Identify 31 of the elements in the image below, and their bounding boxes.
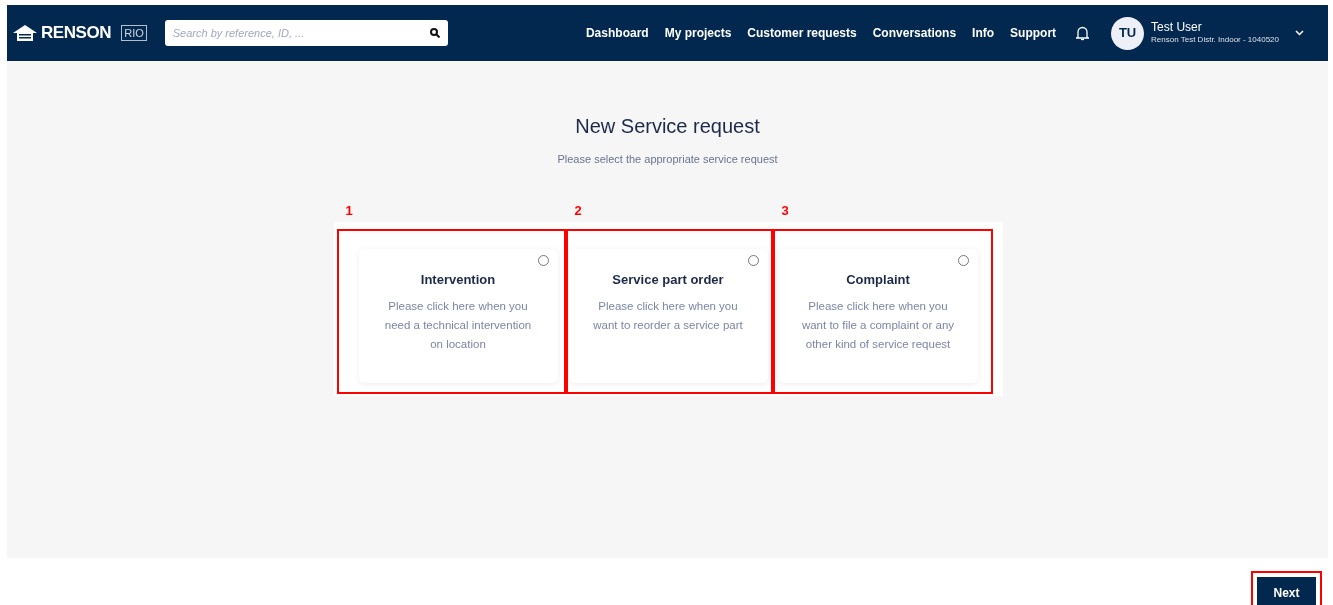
option-card[interactable]: Complaint Please click here when you want to file a complaint or any other kind of service request	[778, 248, 978, 383]
search-icon[interactable]	[429, 28, 440, 38]
option-title: Service part order	[612, 270, 724, 289]
option-description: Please click here when you want to reorder a service part	[592, 299, 744, 333]
nav-link[interactable]: Customer requests	[747, 24, 857, 42]
option-card[interactable]: Intervention Please click here when you need a technical intervention on location	[358, 248, 558, 383]
option-description: Please click here when you need a technical intervention on location	[383, 299, 533, 352]
option-card[interactable]: Service part order Please click here when you want to reorder a service part	[568, 248, 768, 383]
nav-link[interactable]: Conversations	[872, 24, 957, 42]
avatar[interactable]: TU	[1111, 16, 1145, 50]
nav-link[interactable]: Dashboard	[585, 24, 649, 42]
annotation-number: 2	[574, 203, 582, 218]
next-button[interactable]: Next	[1257, 577, 1316, 605]
nav-link[interactable]: Info	[972, 24, 995, 42]
page-subtitle: Please select the appropriate service request	[557, 152, 778, 167]
logo-text: RENSON	[41, 22, 112, 45]
house-logo-icon	[13, 25, 37, 41]
option-title: Complaint	[846, 270, 910, 289]
bell-icon[interactable]	[1076, 25, 1090, 41]
search-field[interactable]: Search by reference, ID, ...	[164, 20, 448, 46]
logo-badge: RIO	[121, 25, 147, 41]
account-name: Renson Test Distr. Indoor - 1040520	[1151, 34, 1279, 46]
nav-link[interactable]: My projects	[664, 24, 732, 42]
chevron-down-icon[interactable]	[1295, 30, 1304, 36]
page-title: New Service request	[575, 114, 760, 139]
annotation-number: 1	[345, 203, 353, 218]
nav-link[interactable]: Support	[1010, 24, 1057, 42]
option-title: Intervention	[420, 270, 496, 289]
annotation-number: 3	[781, 203, 789, 218]
user-name: Test User	[1151, 20, 1203, 34]
option-description: Please click here when you want to file a complaint or any other kind of service request	[800, 299, 956, 352]
